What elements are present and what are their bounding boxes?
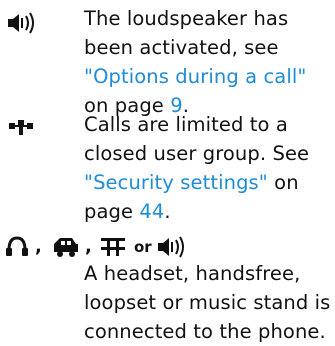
- handsfree-icon: [54, 238, 78, 257]
- headset-icon: [6, 236, 28, 256]
- or-conjunction: or: [134, 238, 152, 256]
- description-text: Calls are limited to a closed user group…: [84, 113, 310, 165]
- indicator-description: The loudspeaker has been activated, see …: [84, 4, 334, 120]
- indicator-entry-closed-user-group: Calls are limited to a closed user group…: [0, 110, 335, 223]
- indicator-entry-loudspeaker: The loudspeaker has been activated, see …: [0, 0, 335, 117]
- loopset-icon: [101, 238, 125, 256]
- page-link[interactable]: 44: [139, 200, 164, 223]
- loudspeaker-icon: [158, 236, 184, 258]
- accessory-description: A headset, handsfree, loopset or music s…: [84, 262, 331, 343]
- closed-user-group-icon: [9, 120, 33, 135]
- separator: ,: [35, 236, 42, 257]
- security-settings-link[interactable]: "Security settings": [84, 171, 268, 194]
- accessory-icons-row: , , or: [0, 232, 335, 262]
- description-text: .: [164, 200, 171, 223]
- indicator-description: Calls are limited to a closed user group…: [84, 110, 334, 226]
- loudspeaker-icon: [8, 12, 34, 34]
- separator: ,: [85, 236, 92, 257]
- options-during-call-link[interactable]: "Options during a call": [84, 65, 306, 88]
- manual-page: The loudspeaker has been activated, see …: [0, 0, 335, 343]
- description-text: The loudspeaker has been activated, see: [84, 7, 289, 59]
